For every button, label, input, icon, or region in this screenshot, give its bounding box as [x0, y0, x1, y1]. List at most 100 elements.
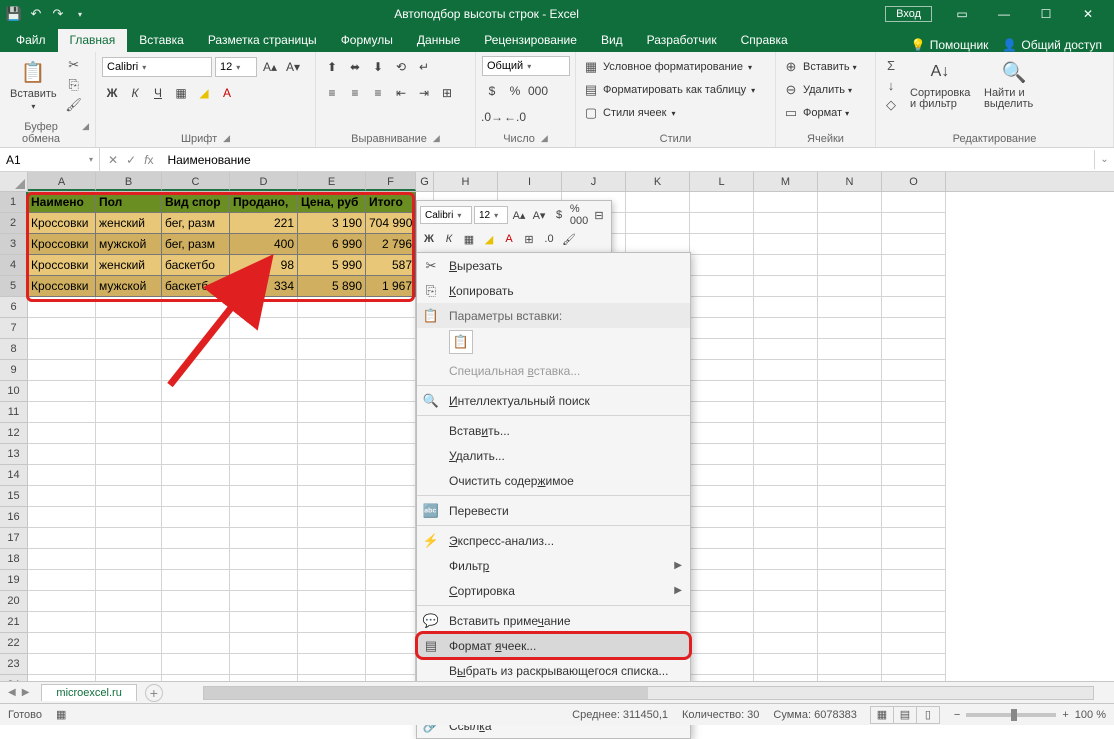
- normal-view-icon[interactable]: ▦: [870, 706, 894, 724]
- cell[interactable]: [882, 381, 946, 402]
- cell[interactable]: [882, 570, 946, 591]
- cell[interactable]: 98: [230, 255, 298, 276]
- cell[interactable]: [162, 654, 230, 675]
- cell[interactable]: Кроссовки: [28, 255, 96, 276]
- cell[interactable]: [882, 360, 946, 381]
- tab-data[interactable]: Данные: [405, 29, 472, 52]
- cell[interactable]: [298, 528, 366, 549]
- row-header[interactable]: 14: [0, 465, 28, 486]
- cell[interactable]: [754, 213, 818, 234]
- cell[interactable]: [96, 465, 162, 486]
- maximize-icon[interactable]: ☐: [1026, 2, 1066, 26]
- cell[interactable]: [882, 591, 946, 612]
- cell[interactable]: [754, 444, 818, 465]
- cell[interactable]: [230, 444, 298, 465]
- sort-filter-button[interactable]: A↓ Сортировка и фильтр: [906, 56, 974, 112]
- cell[interactable]: [28, 549, 96, 570]
- row-header[interactable]: 16: [0, 507, 28, 528]
- cell[interactable]: [230, 360, 298, 381]
- delete-cells-button[interactable]: ⊖Удалить▾: [782, 79, 852, 101]
- cell[interactable]: [96, 633, 162, 654]
- cell[interactable]: [230, 297, 298, 318]
- orientation-icon[interactable]: ⟲: [391, 57, 411, 77]
- cell[interactable]: бег, разм: [162, 213, 230, 234]
- cell[interactable]: Продано,: [230, 192, 298, 213]
- cell[interactable]: [882, 549, 946, 570]
- cell[interactable]: [298, 444, 366, 465]
- cell[interactable]: [230, 381, 298, 402]
- column-header[interactable]: B: [96, 172, 162, 191]
- row-header[interactable]: 12: [0, 423, 28, 444]
- cell[interactable]: [366, 654, 416, 675]
- cell[interactable]: [818, 423, 882, 444]
- cell[interactable]: [754, 360, 818, 381]
- align-center-icon[interactable]: ≡: [345, 83, 365, 103]
- cell[interactable]: [882, 633, 946, 654]
- close-icon[interactable]: ✕: [1068, 2, 1108, 26]
- cell[interactable]: [28, 486, 96, 507]
- cell[interactable]: [690, 423, 754, 444]
- redo-icon[interactable]: ↷: [50, 6, 66, 22]
- mini-fontcolor-icon[interactable]: A: [500, 230, 518, 248]
- cell[interactable]: [162, 423, 230, 444]
- cell[interactable]: [230, 654, 298, 675]
- ctx-cut[interactable]: ✂Вырезать: [417, 253, 690, 278]
- cell[interactable]: [626, 213, 690, 234]
- shrink-font-icon[interactable]: A▾: [283, 57, 303, 77]
- cell[interactable]: 5 990: [298, 255, 366, 276]
- cell[interactable]: [882, 339, 946, 360]
- cell[interactable]: 334: [230, 276, 298, 297]
- cell[interactable]: [690, 339, 754, 360]
- column-header[interactable]: E: [298, 172, 366, 191]
- cell[interactable]: 1 967: [366, 276, 416, 297]
- horizontal-scrollbar[interactable]: [203, 686, 1094, 700]
- ctx-smart-lookup[interactable]: 🔍Интеллектуальный поиск: [417, 388, 690, 413]
- borders-icon[interactable]: ▦: [171, 83, 191, 103]
- cell[interactable]: [96, 591, 162, 612]
- cell[interactable]: [96, 339, 162, 360]
- tab-home[interactable]: Главная: [58, 29, 128, 52]
- macro-record-icon[interactable]: ▦: [56, 708, 66, 721]
- cell[interactable]: [882, 213, 946, 234]
- cell[interactable]: [162, 381, 230, 402]
- ctx-delete[interactable]: Удалить...: [417, 443, 690, 468]
- cell[interactable]: [690, 549, 754, 570]
- cell[interactable]: [882, 612, 946, 633]
- cell[interactable]: [754, 192, 818, 213]
- cell[interactable]: [690, 297, 754, 318]
- page-break-icon[interactable]: ▯: [916, 706, 940, 724]
- minimize-icon[interactable]: —: [984, 2, 1024, 26]
- cell[interactable]: [754, 234, 818, 255]
- cell[interactable]: [298, 591, 366, 612]
- undo-icon[interactable]: ↶: [28, 6, 44, 22]
- cell[interactable]: [162, 486, 230, 507]
- cell[interactable]: [366, 486, 416, 507]
- cell[interactable]: [754, 276, 818, 297]
- share-button[interactable]: 👤Общий доступ: [1002, 38, 1102, 52]
- cell[interactable]: [690, 570, 754, 591]
- cell[interactable]: [882, 255, 946, 276]
- paste-default-icon[interactable]: 📋: [449, 330, 473, 354]
- cell[interactable]: [230, 549, 298, 570]
- cell[interactable]: [366, 549, 416, 570]
- tab-formulas[interactable]: Формулы: [329, 29, 405, 52]
- dec-decimal-icon[interactable]: ←.0: [505, 107, 525, 127]
- cell[interactable]: [298, 570, 366, 591]
- cell[interactable]: [96, 297, 162, 318]
- cell[interactable]: [818, 528, 882, 549]
- cell[interactable]: [754, 339, 818, 360]
- cell[interactable]: [230, 465, 298, 486]
- cell[interactable]: [162, 507, 230, 528]
- mini-formatpainter-icon[interactable]: 🖌: [560, 230, 578, 248]
- cell[interactable]: [96, 507, 162, 528]
- font-name-combo[interactable]: Calibri▾: [102, 57, 212, 77]
- copy-icon[interactable]: ⎘: [65, 76, 83, 94]
- row-header[interactable]: 17: [0, 528, 28, 549]
- cell[interactable]: [298, 465, 366, 486]
- fill-icon[interactable]: ↓: [882, 76, 900, 94]
- column-header[interactable]: A: [28, 172, 96, 191]
- mini-size-combo[interactable]: 12▾: [474, 206, 508, 224]
- cell[interactable]: [754, 633, 818, 654]
- cell[interactable]: [818, 255, 882, 276]
- paste-button[interactable]: 📋 Вставить ▾: [6, 56, 61, 113]
